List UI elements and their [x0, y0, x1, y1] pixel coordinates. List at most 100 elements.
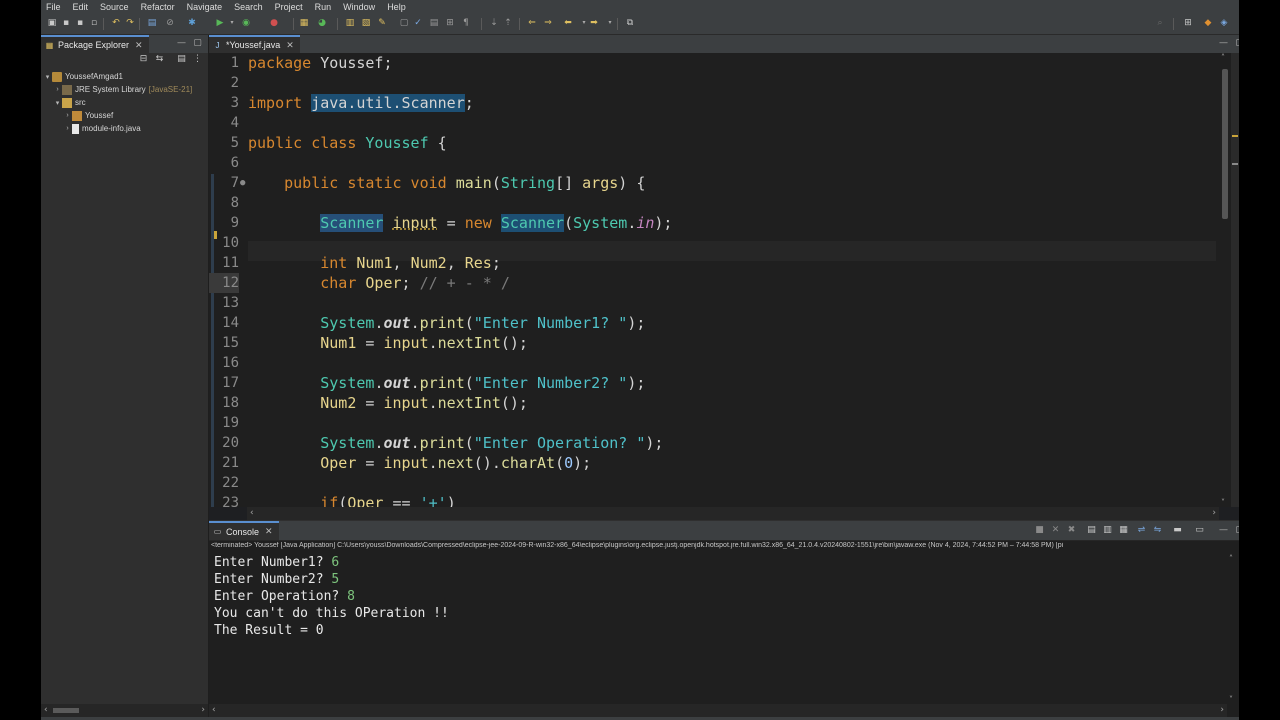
menu-run[interactable]: Run [310, 0, 339, 14]
annotation-icon[interactable]: ✓ [413, 18, 423, 28]
forward-icon[interactable]: ➡ [589, 18, 599, 28]
scrollbar-thumb[interactable] [1222, 69, 1228, 219]
vertical-scrollbar[interactable]: ˄ ˅ [1219, 53, 1231, 507]
prev-annotation-icon[interactable]: ⇡ [503, 18, 513, 28]
fold-marker-icon[interactable]: ● [240, 173, 245, 193]
remove-all-launches-icon[interactable]: ✖ [1067, 526, 1076, 535]
tab-package-explorer[interactable]: ▦ Package Explorer ✕ [41, 35, 149, 53]
undo-icon[interactable]: ↶ [111, 18, 121, 28]
tab-youssef-java[interactable]: J *Youssef.java ✕ [209, 35, 300, 53]
back-icon[interactable]: ⬅ [563, 18, 573, 28]
java-perspective-icon[interactable]: ◈ [1219, 18, 1229, 28]
format-icon[interactable]: ¶ [461, 18, 471, 28]
tree-item-src[interactable]: ▾ src [53, 96, 86, 109]
java-ee-perspective-icon[interactable]: ◆ [1203, 18, 1213, 28]
expand-arrow-icon[interactable]: › [63, 112, 72, 119]
debug-icon[interactable]: ✱ [187, 18, 197, 28]
new-java-project-icon[interactable]: ▦ [299, 18, 309, 28]
expand-arrow-icon[interactable]: ▾ [43, 73, 52, 81]
occurrence-overview-marker[interactable] [1232, 163, 1238, 165]
overview-ruler[interactable] [1231, 53, 1239, 507]
forward-edit-icon[interactable]: ⇒ [543, 18, 553, 28]
terminate-icon[interactable]: ■ [1035, 526, 1044, 535]
code-editor[interactable]: 1 package Youssef; 2 3 import java.util.Sc… [209, 53, 1239, 507]
menu-project[interactable]: Project [270, 0, 310, 14]
menu-navigate[interactable]: Navigate [182, 0, 230, 14]
terminal-icon[interactable]: ▤ [147, 18, 157, 28]
close-icon[interactable]: ✕ [135, 40, 143, 51]
minimize-icon[interactable]: — [1219, 39, 1228, 48]
last-edit-icon[interactable]: ⇐ [527, 18, 537, 28]
horizontal-scrollbar[interactable]: ‹ › [247, 507, 1219, 520]
scroll-left-icon[interactable]: ‹ [44, 705, 48, 715]
scroll-right-icon[interactable]: › [201, 705, 205, 715]
open-task-icon[interactable]: ▧ [361, 18, 371, 28]
collapse-all-icon[interactable]: ⊟ [139, 55, 148, 64]
maximize-icon[interactable]: ▢ [193, 39, 202, 48]
link-with-editor-icon[interactable]: ⇆ [155, 55, 164, 64]
expand-arrow-icon[interactable]: › [53, 86, 62, 93]
maximize-icon[interactable]: ▢ [1235, 39, 1239, 48]
pin-console-icon[interactable]: ▬ [1173, 526, 1182, 535]
search-tool-icon[interactable]: ✎ [377, 18, 387, 28]
tree-item-project[interactable]: ▾ YoussefAmgad1 [43, 70, 123, 83]
scroll-left-icon[interactable]: ‹ [250, 508, 254, 518]
tree-item-module-info[interactable]: › module-info.java [63, 122, 141, 135]
redo-icon[interactable]: ↷ [125, 18, 135, 28]
search-icon[interactable]: ⌕ [1155, 18, 1165, 28]
view-menu-icon[interactable]: ⋮ [193, 55, 202, 64]
maximize-icon[interactable]: ▢ [1235, 526, 1239, 535]
filter-icon[interactable]: ▤ [177, 55, 186, 64]
new-class-icon[interactable]: ◕ [317, 18, 327, 28]
menu-window[interactable]: Window [338, 0, 382, 14]
vertical-scrollbar[interactable]: ˄ ˅ [1227, 554, 1239, 704]
clear-console-icon[interactable]: ▤ [1087, 526, 1096, 535]
tree-item-package[interactable]: › Youssef [63, 109, 113, 122]
print-icon[interactable]: ▫ [89, 18, 99, 28]
tree-item-jre[interactable]: › JRE System Library [JavaSE-21] [53, 83, 192, 96]
show-stdout-icon[interactable]: ⇌ [1137, 526, 1146, 535]
word-wrap-icon[interactable]: ▦ [1119, 526, 1128, 535]
menu-source[interactable]: Source [95, 0, 136, 14]
back-dropdown-icon[interactable]: ▾ [579, 18, 589, 28]
scroll-right-icon[interactable]: › [1212, 508, 1216, 518]
block-selection-icon[interactable]: ▤ [429, 18, 439, 28]
menu-help[interactable]: Help [382, 0, 413, 14]
expand-arrow-icon[interactable]: › [63, 125, 72, 132]
menu-edit[interactable]: Edit [68, 0, 96, 14]
open-type-icon[interactable]: ▥ [345, 18, 355, 28]
remove-launch-icon[interactable]: ✕ [1051, 526, 1060, 535]
run-icon[interactable]: ▶ [215, 18, 225, 28]
display-console-icon[interactable]: ▭ [1195, 526, 1204, 535]
skip-breakpoints-icon[interactable]: ⊘ [165, 18, 175, 28]
coverage-icon[interactable]: ◉ [241, 18, 251, 28]
pin-editor-icon[interactable]: ⧉ [625, 18, 635, 28]
scroll-down-icon[interactable]: ˅ [1221, 498, 1225, 507]
save-all-icon[interactable]: ▪ [75, 18, 85, 28]
scroll-down-icon[interactable]: ˅ [1229, 695, 1233, 704]
toggle-mark-icon[interactable]: ▢ [399, 18, 409, 28]
minimize-icon[interactable]: — [1219, 526, 1228, 535]
menu-file[interactable]: File [41, 0, 68, 14]
scroll-lock-icon[interactable]: ▥ [1103, 526, 1112, 535]
scroll-up-icon[interactable]: ˄ [1229, 554, 1233, 563]
show-stderr-icon[interactable]: ⇋ [1153, 526, 1162, 535]
expand-arrow-icon[interactable]: ▾ [53, 99, 62, 107]
menu-refactor[interactable]: Refactor [136, 0, 182, 14]
save-icon[interactable]: ▪ [61, 18, 71, 28]
menu-search[interactable]: Search [229, 0, 270, 14]
show-whitespace-icon[interactable]: ⊞ [445, 18, 455, 28]
open-perspective-icon[interactable]: ⊞ [1183, 18, 1193, 28]
horizontal-scrollbar[interactable]: ‹ › [41, 704, 208, 717]
external-tools-icon[interactable]: ● [269, 18, 279, 28]
tab-console[interactable]: ▭ Console ✕ [209, 521, 279, 540]
scroll-right-icon[interactable]: › [1220, 705, 1224, 715]
next-annotation-icon[interactable]: ⇣ [489, 18, 499, 28]
close-icon[interactable]: ✕ [265, 526, 273, 537]
minimize-icon[interactable]: — [177, 39, 186, 48]
scroll-up-icon[interactable]: ˄ [1221, 53, 1225, 62]
new-icon[interactable]: ▣ [47, 18, 57, 28]
forward-dropdown-icon[interactable]: ▾ [605, 18, 615, 28]
scroll-left-icon[interactable]: ‹ [212, 705, 216, 715]
horizontal-scrollbar[interactable]: ‹ › [209, 704, 1227, 717]
